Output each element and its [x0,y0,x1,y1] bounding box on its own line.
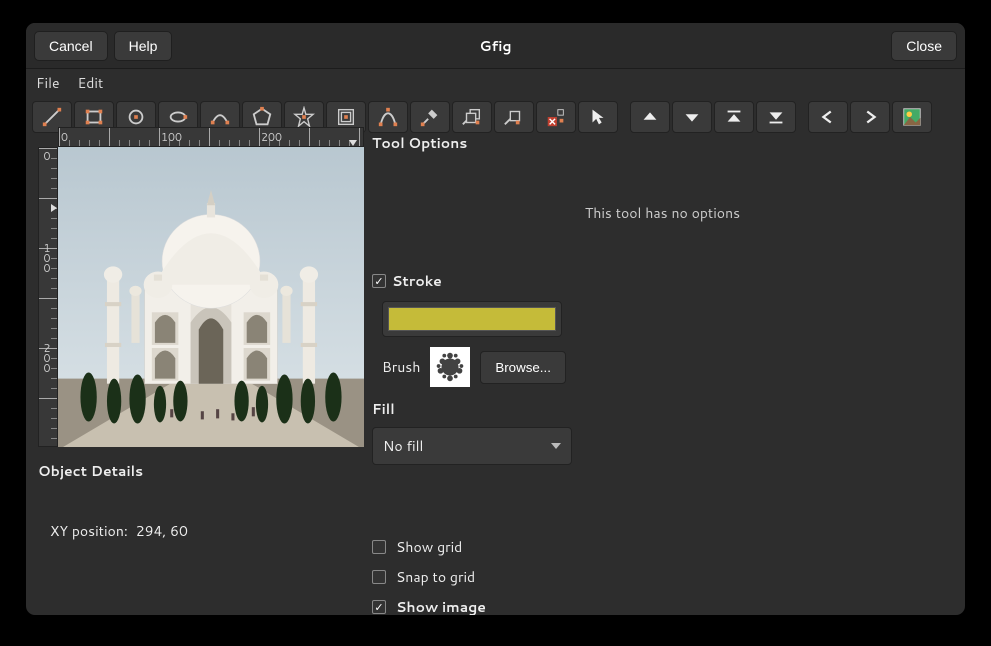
show-image-checkbox[interactable] [372,600,386,614]
gfig-window: Cancel Help Gfig Close File Edit [25,22,966,616]
browse-button[interactable]: Browse... [480,351,566,384]
show-grid-label: Show grid [396,537,462,557]
brush-preview[interactable] [430,347,470,387]
help-button[interactable]: Help [114,31,173,61]
left-panel: 0100200 01 0 02 0 0 [26,127,364,615]
tool-options-title: Tool Options [372,133,953,153]
canvas-wrap: 0100200 01 0 02 0 0 [38,127,364,447]
ruler-vertical: 01 0 02 0 0 [38,147,58,447]
chevron-down-icon [551,443,561,449]
snap-grid-label: Snap to grid [396,567,475,587]
stroke-label: Stroke [392,271,442,291]
fill-select[interactable]: No fill [372,427,572,465]
titlebar: Cancel Help Gfig Close [26,23,965,69]
content-area: 0100200 01 0 02 0 0 [26,127,965,615]
menu-file[interactable]: File [36,73,60,93]
canvas[interactable] [58,147,364,447]
object-details: Object Details XY position: 294, 60 [38,461,364,541]
object-details-title: Object Details [38,461,364,481]
menu-edit[interactable]: Edit [78,73,104,93]
show-grid-checkbox[interactable] [372,540,386,554]
show-image-label: Show image [396,597,486,616]
close-button[interactable]: Close [891,31,957,61]
xy-label: XY position: [50,521,128,541]
window-title: Gfig [479,36,511,56]
fill-label: Fill [372,399,395,419]
stroke-checkbox[interactable] [372,274,386,288]
menubar: File Edit [26,69,965,97]
fill-value: No fill [383,436,423,456]
cancel-button[interactable]: Cancel [34,31,108,61]
snap-grid-checkbox[interactable] [372,570,386,584]
stroke-color-button[interactable] [382,301,562,337]
ruler-horizontal: 0100200 [58,127,364,147]
right-panel: Tool Options This tool has no options St… [364,127,965,615]
brush-label: Brush [382,357,420,377]
xy-value: 294, 60 [136,521,188,541]
tool-no-options: This tool has no options [372,159,953,263]
